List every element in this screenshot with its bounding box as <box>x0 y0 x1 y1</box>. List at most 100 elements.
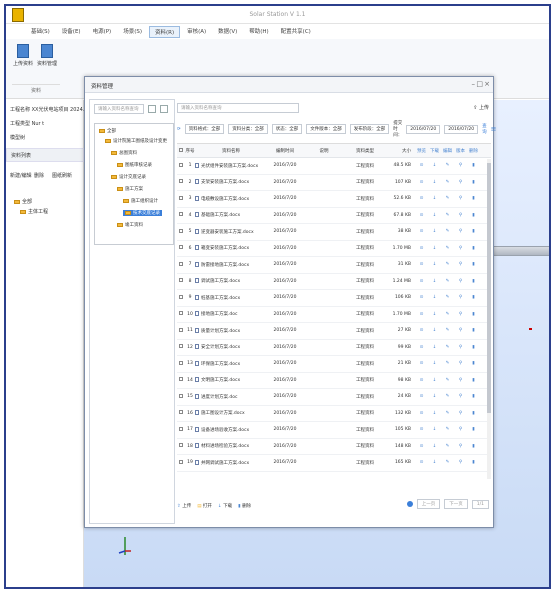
edit-icon[interactable]: ✎ <box>441 378 454 383</box>
download-icon[interactable]: ↓ <box>428 213 441 218</box>
select-all-checkbox[interactable] <box>177 147 185 154</box>
row-checkbox[interactable] <box>177 179 185 185</box>
delete-icon[interactable]: ▮ <box>467 279 480 284</box>
preview-icon[interactable]: ⊙ <box>415 196 428 201</box>
download-icon[interactable]: ↓ <box>428 246 441 251</box>
row-checkbox[interactable] <box>177 261 185 268</box>
download-icon[interactable]: ↓ <box>428 411 441 416</box>
version-icon[interactable]: ⚲ <box>454 361 467 366</box>
category-filter-dropdown[interactable]: 资料分类：全部 <box>228 124 268 134</box>
upload-data-button[interactable]: 上传资料 <box>12 44 34 67</box>
date-to-input[interactable]: 2016/07/20 <box>444 124 479 134</box>
footer-delete-button[interactable]: ▮ 删除 <box>238 503 251 509</box>
menu-item[interactable]: 电源(P) <box>88 26 117 38</box>
edit-icon[interactable]: ✎ <box>441 444 454 449</box>
version-icon[interactable]: ⚲ <box>454 295 467 300</box>
row-checkbox[interactable] <box>177 360 185 367</box>
row-checkbox[interactable] <box>177 162 185 169</box>
row-checkbox[interactable] <box>177 393 185 400</box>
preview-icon[interactable]: ⊙ <box>415 427 428 432</box>
preview-icon[interactable]: ⊙ <box>415 460 428 465</box>
menu-icon[interactable]: ≡ <box>491 125 497 133</box>
delete-icon[interactable]: ▮ <box>467 427 480 432</box>
tab-data-list[interactable]: 资料列表 <box>11 152 31 159</box>
edit-icon[interactable]: ✎ <box>441 279 454 284</box>
delete-icon[interactable]: ▮ <box>467 312 480 317</box>
row-checkbox[interactable] <box>177 195 185 202</box>
menu-item[interactable]: 基础(S) <box>26 26 55 38</box>
download-icon[interactable]: ↓ <box>428 279 441 284</box>
edit-icon[interactable]: ✎ <box>441 229 454 234</box>
menu-item[interactable]: 审核(A) <box>182 26 211 38</box>
delete-icon[interactable]: ▮ <box>467 345 480 350</box>
edit-icon[interactable]: ✎ <box>441 295 454 300</box>
table-row[interactable]: 15 进度计划方案.doc 2016/7/20 工程资料 24 KB ⊙ ↓ ✎ ⚲ ▮ <box>177 389 491 406</box>
version-icon[interactable]: ⚲ <box>454 163 467 168</box>
table-row[interactable]: 9 桩基施工方案.docx 2016/7/20 工程资料 106 KB ⊙ ↓ ✎ ⚲ ▮ <box>177 290 491 307</box>
menu-item[interactable]: 帮助(H) <box>244 26 273 38</box>
row-checkbox[interactable] <box>177 311 185 317</box>
version-icon[interactable]: ⚲ <box>454 246 467 251</box>
row-checkbox[interactable] <box>177 377 185 383</box>
delete-icon[interactable]: ▮ <box>467 262 480 267</box>
download-icon[interactable]: ↓ <box>428 394 441 399</box>
menu-item[interactable]: 资料(R) <box>148 26 181 38</box>
delete-icon[interactable]: ▮ <box>467 411 480 416</box>
left-tree-child[interactable]: 主体工程 <box>20 208 48 215</box>
download-icon[interactable]: ↓ <box>428 345 441 350</box>
next-page-button[interactable]: 下一页 <box>444 499 468 509</box>
download-icon[interactable]: ↓ <box>428 378 441 383</box>
table-row[interactable]: 7 防雷接地施工方案.docx 2016/7/20 工程资料 31 KB ⊙ ↓ ✎ ⚲ ▮ <box>177 257 491 274</box>
delete-icon[interactable]: ▮ <box>467 246 480 251</box>
tree-node[interactable]: 技术交底记录 <box>123 210 162 216</box>
edit-icon[interactable]: ✎ <box>441 427 454 432</box>
delete-icon[interactable]: ▮ <box>467 213 480 218</box>
stage-filter-dropdown[interactable]: 发布阶段：全部 <box>349 124 390 134</box>
download-icon[interactable]: ↓ <box>428 196 441 201</box>
delete-icon[interactable]: ▮ <box>467 196 480 201</box>
edit-icon[interactable]: ✎ <box>441 262 454 267</box>
tree-node[interactable]: 图纸审核记录 <box>117 162 152 168</box>
tree-node[interactable]: 设计院施工图纸及设计变更 <box>105 138 167 144</box>
prev-page-button[interactable]: 上一页 <box>416 499 441 509</box>
left-tree-root[interactable]: 全部 <box>14 198 32 205</box>
table-row[interactable]: 1 光伏组件安装施工方案.docx 2016/7/20 工程资料 48.5 KB ⊙ ↓ ✎ ⚲… <box>177 158 491 175</box>
refresh-icon[interactable]: ⟳ <box>177 127 181 132</box>
edit-icon[interactable]: ✎ <box>441 213 454 218</box>
preview-icon[interactable]: ⊙ <box>415 444 428 449</box>
delete-icon[interactable]: ▮ <box>467 444 480 449</box>
table-row[interactable]: 5 逆变器安装施工方案.docx 2016/7/20 工程资料 38 KB ⊙ ↓ ✎ ⚲ ▮ <box>177 224 491 241</box>
version-icon[interactable]: ⚲ <box>454 279 467 284</box>
edit-icon[interactable]: ✎ <box>441 394 454 399</box>
row-checkbox[interactable] <box>177 278 185 284</box>
row-checkbox[interactable] <box>177 294 185 301</box>
close-icon[interactable]: × <box>484 80 490 88</box>
footer-upload-button[interactable]: ⇪ 上传 <box>177 503 191 509</box>
table-row[interactable]: 11 质量计划方案.docx 2016/7/20 工程资料 27 KB ⊙ ↓ ✎ ⚲ ▮ <box>177 323 491 340</box>
version-icon[interactable]: ⚲ <box>454 213 467 218</box>
footer-download-button[interactable]: ↓ 下载 <box>218 503 232 509</box>
delete-icon[interactable]: ▮ <box>467 328 480 333</box>
expand-all-icon[interactable] <box>160 105 168 113</box>
preview-icon[interactable]: ⊙ <box>415 180 428 185</box>
edit-icon[interactable]: ✎ <box>441 246 454 251</box>
delete-icon[interactable]: ▮ <box>467 180 480 185</box>
tree-node[interactable]: 总图资料 <box>111 150 137 156</box>
menu-item[interactable]: 配置共享(C) <box>276 26 316 38</box>
status-filter-dropdown[interactable]: 状态：全部 <box>271 124 303 134</box>
preview-icon[interactable]: ⊙ <box>415 246 428 251</box>
preview-icon[interactable]: ⊙ <box>415 312 428 317</box>
table-row[interactable]: 19 并网调试施工方案.docx 2016/7/20 工程资料 165 KB ⊙ ↓ ✎ ⚲ ▮ <box>177 455 491 472</box>
table-row[interactable]: 3 电缆敷设施工方案.docx 2016/7/20 工程资料 52.6 KB ⊙ ↓ ✎ ⚲ ▮ <box>177 191 491 208</box>
edit-icon[interactable]: ✎ <box>441 345 454 350</box>
download-icon[interactable]: ↓ <box>428 361 441 366</box>
preview-icon[interactable]: ⊙ <box>415 328 428 333</box>
preview-icon[interactable]: ⊙ <box>415 213 428 218</box>
row-checkbox[interactable] <box>177 212 185 218</box>
preview-icon[interactable]: ⊙ <box>415 262 428 267</box>
minimize-icon[interactable]: – <box>472 80 476 88</box>
action-delete[interactable]: 删除 <box>34 172 44 179</box>
delete-icon[interactable]: ▮ <box>467 460 480 465</box>
version-icon[interactable]: ⚲ <box>454 411 467 416</box>
table-row[interactable]: 2 支架安装施工方案.docx 2016/7/20 工程资料 107 KB ⊙ ↓ ✎ ⚲ ▮ <box>177 175 491 191</box>
